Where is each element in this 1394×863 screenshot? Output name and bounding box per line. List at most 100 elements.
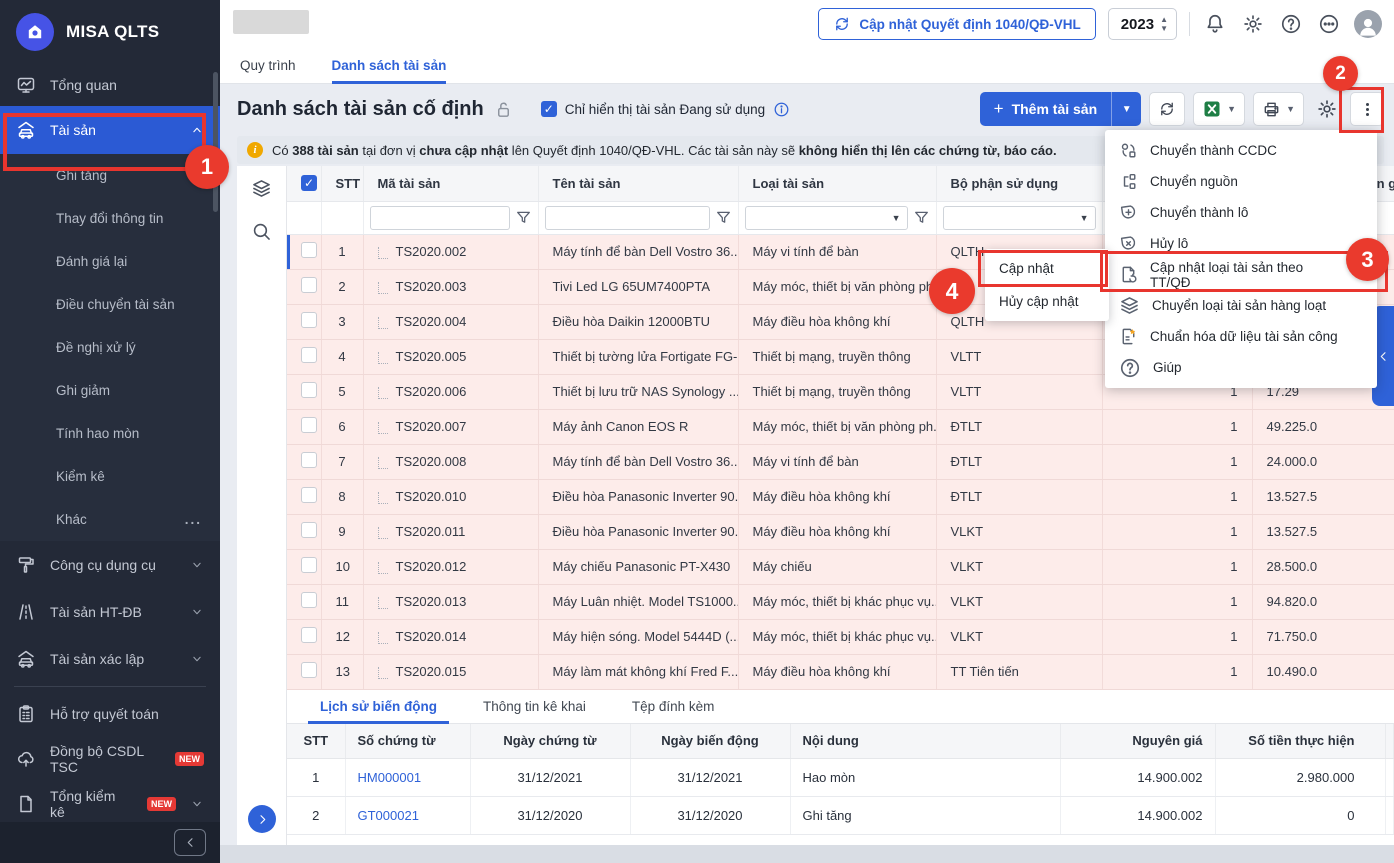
add-asset-button[interactable]: + Thêm tài sản	[980, 92, 1112, 126]
detail-tab[interactable]: Lịch sử biến động	[302, 690, 455, 723]
update-decision-button[interactable]: Cập nhật Quyết định 1040/QĐ-VHL	[818, 8, 1095, 40]
detail-tab[interactable]: Tệp đính kèm	[614, 690, 733, 723]
tree-expand-icon[interactable]	[378, 247, 388, 259]
row-checkbox[interactable]	[301, 662, 317, 678]
sidebar-item-tai-san[interactable]: Tài sản	[0, 106, 220, 154]
tab-danh-sách-tài-sản[interactable]: Danh sách tài sản	[332, 48, 447, 83]
menu-item-convert-source[interactable]: Chuyển nguồn	[1105, 166, 1377, 197]
asset-row[interactable]: 10TS2020.012Máy chiếu Panasonic PT-X430M…	[287, 549, 1394, 584]
tab-quy-trình[interactable]: Quy trình	[240, 48, 296, 83]
add-asset-dropdown[interactable]: ▼	[1111, 92, 1141, 126]
filter-code-input[interactable]	[370, 206, 510, 230]
row-checkbox[interactable]	[301, 557, 317, 573]
asset-row[interactable]: 6TS2020.007Máy ảnh Canon EOS RMáy móc, t…	[287, 409, 1394, 444]
sidebar-subitem[interactable]: Kiểm kê	[0, 455, 220, 498]
tree-expand-icon[interactable]	[378, 597, 388, 609]
sidebar-collapse-button[interactable]	[174, 829, 206, 856]
asset-row[interactable]: 9TS2020.011Điều hòa Panasonic Inverter 9…	[287, 514, 1394, 549]
sidebar-subitem[interactable]: Đánh giá lại	[0, 240, 220, 283]
asset-row[interactable]: 7TS2020.008Máy tính để bàn Dell Vostro 3…	[287, 444, 1394, 479]
sidebar-item-road[interactable]: Tài sản HT-ĐB	[0, 588, 220, 635]
document-link[interactable]: HM000001	[358, 770, 422, 785]
export-excel-button[interactable]: ▼	[1193, 92, 1245, 126]
row-checkbox[interactable]	[301, 347, 317, 363]
submenu-item[interactable]: Cập nhật	[985, 252, 1109, 285]
row-checkbox[interactable]	[301, 522, 317, 538]
sidebar-subitem[interactable]: Thay đổi thông tin	[0, 197, 220, 240]
tree-expand-icon[interactable]	[378, 667, 388, 679]
row-checkbox[interactable]	[301, 627, 317, 643]
col-ten-tai-san[interactable]: Tên tài sản	[538, 166, 738, 201]
tree-expand-icon[interactable]	[378, 632, 388, 644]
menu-item-update-type[interactable]: Cập nhật loại tài sản theo TT/QĐ›	[1105, 259, 1377, 290]
funnel-icon[interactable]	[515, 209, 532, 226]
filter-type-select[interactable]: ▼	[745, 206, 908, 230]
asset-row[interactable]: 13TS2020.015Máy làm mát không khí Fred F…	[287, 654, 1394, 689]
tree-expand-icon[interactable]	[378, 457, 388, 469]
row-checkbox[interactable]	[301, 592, 317, 608]
print-button[interactable]: ▼	[1253, 92, 1304, 126]
sidebar-item-roller[interactable]: Công cụ dụng cụ	[0, 541, 220, 588]
settings-gear-icon[interactable]	[1240, 11, 1266, 37]
asset-row[interactable]: 8TS2020.010Điều hòa Panasonic Inverter 9…	[287, 479, 1394, 514]
document-link[interactable]: GT000021	[358, 808, 419, 823]
sidebar-item-clipboard[interactable]: Hỗ trợ quyết toán	[0, 691, 220, 736]
sidebar-subitem[interactable]: Đề nghị xử lý	[0, 326, 220, 369]
tree-expand-icon[interactable]	[378, 387, 388, 399]
expand-panel-button[interactable]	[248, 805, 276, 833]
menu-item-convert-ccdc[interactable]: Chuyển thành CCDC	[1105, 135, 1377, 166]
col-stt[interactable]: STT	[321, 166, 363, 201]
tree-expand-icon[interactable]	[378, 282, 388, 294]
menu-item-batch-cancel[interactable]: Hủy lô	[1105, 228, 1377, 259]
tree-expand-icon[interactable]	[378, 352, 388, 364]
sidebar-subitem[interactable]: Tính hao mòn	[0, 412, 220, 455]
tree-expand-icon[interactable]	[378, 317, 388, 329]
funnel-icon[interactable]	[715, 209, 732, 226]
sidebar-scrollbar[interactable]	[213, 72, 218, 212]
sidebar-item-asset-claim[interactable]: Tài sản xác lập	[0, 635, 220, 682]
bell-icon[interactable]	[1202, 11, 1228, 37]
sidebar-subitem[interactable]: Ghi giảm	[0, 369, 220, 412]
refresh-button[interactable]	[1149, 92, 1185, 126]
col-ma-tai-san[interactable]: Mã tài sản	[363, 166, 538, 201]
col-loai-tai-san[interactable]: Loại tài sản	[738, 166, 936, 201]
menu-item-batch-create[interactable]: Chuyển thành lô	[1105, 197, 1377, 228]
funnel-icon[interactable]	[913, 209, 930, 226]
user-avatar[interactable]	[1354, 10, 1382, 38]
row-checkbox[interactable]	[301, 452, 317, 468]
row-checkbox[interactable]	[301, 382, 317, 398]
col-bo-phan-su-dung[interactable]: Bộ phận sử dụng	[936, 166, 1102, 201]
select-all-checkbox[interactable]: ✓	[301, 175, 317, 191]
menu-item-help[interactable]: Giúp	[1105, 352, 1377, 383]
asset-row[interactable]: 11TS2020.013Máy Luân nhiệt. Model TS1000…	[287, 584, 1394, 619]
filter-name-input[interactable]	[545, 206, 710, 230]
submenu-item[interactable]: Hủy cập nhật	[985, 285, 1109, 318]
info-icon[interactable]	[773, 101, 790, 118]
sidebar-item-tong-quan[interactable]: Tổng quan	[0, 64, 220, 106]
row-checkbox[interactable]	[301, 277, 317, 293]
tree-expand-icon[interactable]	[378, 562, 388, 574]
tree-expand-icon[interactable]	[378, 492, 388, 504]
app-logo[interactable]: MISA QLTS	[0, 0, 220, 64]
filter-dept-select[interactable]: ▼	[943, 206, 1096, 230]
asset-row[interactable]: 12TS2020.014Máy hiện sóng. Model 5444D (…	[287, 619, 1394, 654]
detail-tab[interactable]: Thông tin kê khai	[465, 690, 604, 723]
year-spinner-icon[interactable]: ▲▼	[1160, 16, 1168, 33]
sidebar-subitem[interactable]: Điều chuyển tài sản	[0, 283, 220, 326]
search-icon[interactable]	[251, 221, 272, 242]
more-options-icon[interactable]	[1316, 11, 1342, 37]
row-checkbox[interactable]	[301, 242, 317, 258]
row-checkbox[interactable]	[301, 417, 317, 433]
year-selector[interactable]: 2023 ▲▼	[1108, 8, 1177, 40]
row-checkbox[interactable]	[301, 312, 317, 328]
unlock-icon[interactable]	[494, 100, 513, 119]
row-checkbox[interactable]	[301, 487, 317, 503]
sidebar-item-cloud-sync[interactable]: Đồng bộ CSDL TSCNEW	[0, 736, 220, 781]
tree-expand-icon[interactable]	[378, 527, 388, 539]
sidebar-subitem[interactable]: Khác...	[0, 498, 220, 541]
help-icon[interactable]	[1278, 11, 1304, 37]
in-use-checkbox[interactable]: ✓	[541, 101, 557, 117]
more-dots-icon[interactable]: ...	[185, 512, 202, 527]
menu-item-layers[interactable]: Chuyển loại tài sản hàng loạt	[1105, 290, 1377, 321]
sidebar-item-page[interactable]: Tổng kiểm kêNEW	[0, 781, 220, 826]
